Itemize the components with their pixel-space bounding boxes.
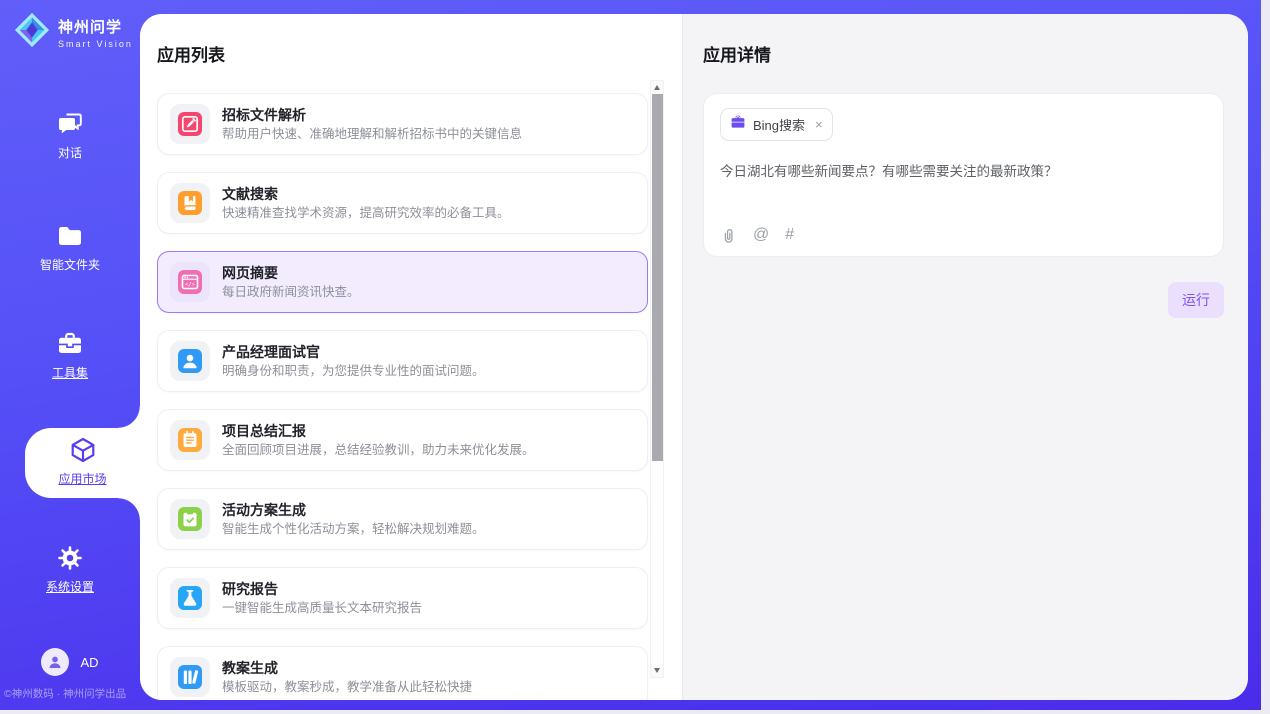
triangle-down-icon bbox=[654, 668, 660, 673]
sidebar-item-label: 应用市场 bbox=[58, 470, 106, 487]
app-card-name: 活动方案生成 bbox=[222, 503, 485, 517]
app-card-name: 教案生成 bbox=[222, 661, 472, 675]
brand-logo: 神州问学 Smart Vision bbox=[13, 11, 133, 54]
sidebar-item-toolset[interactable]: 工具集 bbox=[0, 330, 140, 382]
tool-tag-bing-search[interactable]: Bing搜索 × bbox=[720, 108, 833, 141]
app-card-research-report[interactable]: 研究报告 一键智能生成高质量长文本研究报告 bbox=[157, 567, 648, 629]
book-icon bbox=[170, 183, 210, 223]
scrollbar-thumb[interactable] bbox=[652, 94, 663, 461]
app-card-activity-plan[interactable]: 活动方案生成 智能生成个性化活动方案，轻松解决规划难题。 bbox=[157, 488, 648, 550]
app-card-lesson-plan[interactable]: 教案生成 模板驱动，教案秒成，教学准备从此轻松快捷 bbox=[157, 646, 648, 700]
hash-icon[interactable]: # bbox=[785, 227, 794, 243]
app-detail-title: 应用详情 bbox=[703, 41, 1224, 66]
app-list-title: 应用列表 bbox=[157, 41, 665, 66]
tool-tag-label: Bing搜索 bbox=[753, 115, 805, 134]
scrollbar-up-button[interactable] bbox=[651, 81, 663, 94]
app-detail-panel: 应用详情 Bing搜索 × 今日湖北有哪些新闻要点？有哪些需要关注的最新政策？ bbox=[682, 14, 1248, 700]
gear-icon bbox=[0, 544, 140, 572]
paperclip-icon[interactable] bbox=[720, 226, 737, 244]
app-card-desc: 每日政府新闻资讯快查。 bbox=[222, 286, 360, 299]
app-card-list: 招标文件解析 帮助用户快速、准确地理解和解析招标书中的关键信息 bbox=[157, 93, 648, 700]
sidebar-item-smart-folder[interactable]: 智能文件夹 bbox=[0, 222, 140, 274]
brand-subtitle: Smart Vision bbox=[58, 39, 133, 49]
user-row: AD bbox=[0, 648, 140, 676]
app-card-desc: 模板驱动，教案秒成，教学准备从此轻松快捷 bbox=[222, 681, 472, 694]
sidebar-item-chat[interactable]: 对话 bbox=[0, 110, 140, 162]
clipboard-check-icon bbox=[170, 499, 210, 539]
sidebar-item-label: 系统设置 bbox=[46, 578, 94, 595]
research-flask-icon bbox=[170, 578, 210, 618]
toolbox-icon bbox=[0, 330, 140, 358]
diamond-logo-icon bbox=[13, 11, 51, 54]
browser-code-icon: </> bbox=[170, 262, 210, 302]
sidebar-item-settings[interactable]: 系统设置 bbox=[0, 544, 140, 596]
cube-icon bbox=[25, 436, 140, 464]
chat-icon bbox=[0, 110, 140, 138]
folder-icon bbox=[0, 222, 140, 250]
list-scrollbar[interactable] bbox=[650, 80, 664, 678]
app-card-name: 产品经理面试官 bbox=[222, 345, 485, 359]
briefcase-icon bbox=[730, 114, 746, 135]
attachment-toolbar: @ # bbox=[720, 226, 794, 244]
app-card-desc: 明确身份和职责，为您提供专业性的面试问题。 bbox=[222, 365, 485, 378]
content-panel: 应用列表 招标文件解析 帮助用户快速 bbox=[140, 14, 1248, 700]
mention-at-icon[interactable]: @ bbox=[753, 227, 769, 243]
app-card-name: 招标文件解析 bbox=[222, 108, 522, 122]
app-card-pm-interviewer[interactable]: 产品经理面试官 明确身份和职责，为您提供专业性的面试问题。 bbox=[157, 330, 648, 392]
sidebar-item-app-market[interactable]: 应用市场 bbox=[25, 428, 140, 498]
sidebar-footer: ©神州数码 · 神州问学出品 bbox=[4, 686, 140, 701]
app-card-desc: 智能生成个性化活动方案，轻松解决规划难题。 bbox=[222, 523, 485, 536]
svg-text:</>: </> bbox=[185, 282, 196, 288]
app-card-desc: 全面回顾项目进展，总结经验教训，助力未来优化发展。 bbox=[222, 444, 535, 457]
sidebar-item-label: 工具集 bbox=[52, 364, 88, 381]
app-card-bid-analysis[interactable]: 招标文件解析 帮助用户快速、准确地理解和解析招标书中的关键信息 bbox=[157, 93, 648, 155]
app-card-desc: 一键智能生成高质量长文本研究报告 bbox=[222, 602, 422, 615]
app-card-literature-search[interactable]: 文献搜索 快速精准查找学术资源，提高研究效率的必备工具。 bbox=[157, 172, 648, 234]
report-note-icon bbox=[170, 420, 210, 460]
sidebar-item-label: 智能文件夹 bbox=[40, 256, 100, 273]
scrollbar-down-button[interactable] bbox=[651, 664, 663, 677]
person-icon bbox=[45, 652, 65, 672]
app-card-desc: 快速精准查找学术资源，提高研究效率的必备工具。 bbox=[222, 207, 510, 220]
interviewer-icon bbox=[170, 341, 210, 381]
sidebar-item-label: 对话 bbox=[58, 144, 82, 161]
books-icon bbox=[170, 657, 210, 697]
app-card-name: 研究报告 bbox=[222, 582, 422, 596]
doc-edit-icon bbox=[170, 104, 210, 144]
app-list-panel: 应用列表 招标文件解析 帮助用户快速 bbox=[140, 14, 682, 700]
prompt-input[interactable]: 今日湖北有哪些新闻要点？有哪些需要关注的最新政策？ bbox=[720, 162, 1207, 182]
avatar[interactable] bbox=[41, 648, 69, 676]
app-card-web-summary[interactable]: </> 网页摘要 每日政府新闻资讯快查。 bbox=[157, 251, 648, 313]
app-card-name: 文献搜索 bbox=[222, 187, 510, 201]
app-shell: 神州问学 Smart Vision 对话 智能文件夹 工具集 bbox=[0, 0, 1261, 710]
run-button[interactable]: 运行 bbox=[1168, 282, 1224, 318]
prompt-card: Bing搜索 × 今日湖北有哪些新闻要点？有哪些需要关注的最新政策？ @ # bbox=[703, 93, 1224, 257]
user-label: AD bbox=[80, 655, 98, 670]
app-card-name: 项目总结汇报 bbox=[222, 424, 535, 438]
app-card-project-summary[interactable]: 项目总结汇报 全面回顾项目进展，总结经验教训，助力未来优化发展。 bbox=[157, 409, 648, 471]
triangle-up-icon bbox=[654, 85, 660, 90]
app-card-desc: 帮助用户快速、准确地理解和解析招标书中的关键信息 bbox=[222, 128, 522, 141]
brand-name: 神州问学 bbox=[58, 16, 133, 37]
run-row: 运行 bbox=[703, 282, 1224, 318]
app-card-name: 网页摘要 bbox=[222, 266, 360, 280]
tag-close-icon[interactable]: × bbox=[815, 117, 823, 132]
